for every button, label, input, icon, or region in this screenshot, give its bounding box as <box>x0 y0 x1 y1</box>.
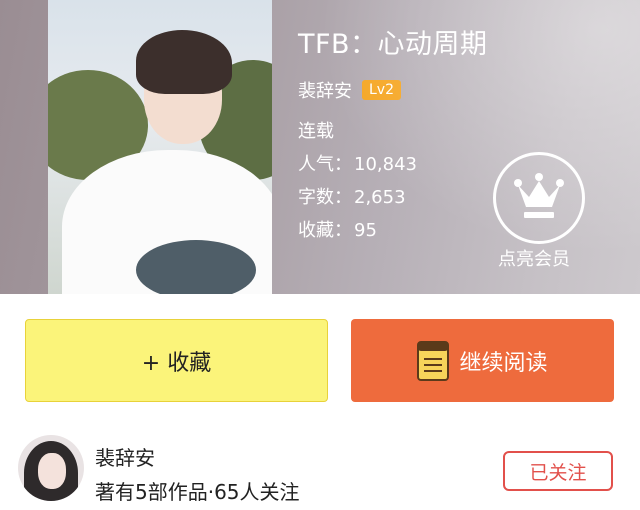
book-status: 连载 <box>298 117 334 143</box>
author-row: 裴辞安 Lv2 <box>298 77 401 103</box>
favorites-value: 95 <box>354 220 377 241</box>
popularity-label: 人气： <box>298 154 352 175</box>
author-profile: 裴辞安 著有5部作品·65人关注 已关注 <box>0 420 640 510</box>
vip-button[interactable] <box>493 152 585 244</box>
words-value: 2,653 <box>354 187 406 208</box>
crown-icon <box>514 173 564 218</box>
book-title: TFB：心动周期 <box>298 29 488 60</box>
profile-meta: 著有5部作品·65人关注 <box>95 480 300 504</box>
status-text: 连载 <box>298 121 334 142</box>
level-badge: Lv2 <box>362 80 401 100</box>
book-popularity: 人气： 10,843 <box>298 150 417 176</box>
read-label: 继续阅读 <box>459 350 548 376</box>
follow-button[interactable]: 已关注 <box>503 451 613 491</box>
cover-hair <box>136 30 232 94</box>
collect-label: + 收藏 <box>141 350 212 376</box>
book-word-count: 字数： 2,653 <box>298 183 406 209</box>
book-author[interactable]: 裴辞安 <box>298 77 352 103</box>
popularity-value: 10,843 <box>354 154 417 175</box>
words-label: 字数： <box>298 187 352 208</box>
vip-label[interactable]: 点亮会员 <box>498 245 570 271</box>
book-header: TFB：心动周期 裴辞安 Lv2 连载 人气： 10,843 字数： 2,653 收… <box>0 0 640 294</box>
continue-reading-button[interactable]: 继续阅读 <box>351 319 614 402</box>
avatar-face <box>38 453 66 489</box>
add-to-collection-button[interactable]: + 收藏 <box>25 319 328 402</box>
book-icon <box>417 340 450 381</box>
profile-name[interactable]: 裴辞安 <box>95 442 155 471</box>
book-cover-image[interactable] <box>48 0 272 294</box>
cover-turtle <box>136 240 256 294</box>
avatar[interactable] <box>18 435 84 501</box>
favorites-label: 收藏： <box>298 220 352 241</box>
book-favorites: 收藏： 95 <box>298 216 377 242</box>
follow-label: 已关注 <box>529 461 587 484</box>
